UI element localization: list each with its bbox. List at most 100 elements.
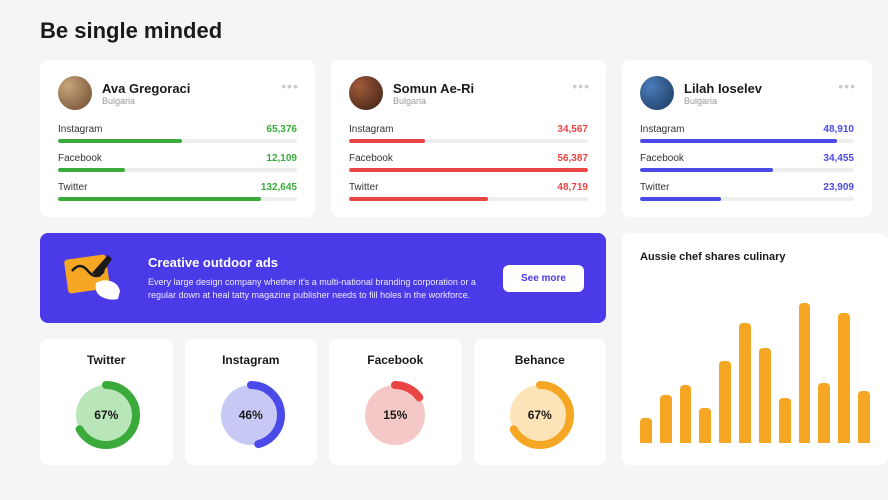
stat-platform-label: Twitter xyxy=(640,182,669,193)
stat-row: Facebook 56,387 xyxy=(349,153,588,172)
stat-row: Facebook 34,455 xyxy=(640,153,854,172)
donut-card: Behance 67% xyxy=(474,339,607,465)
profile-header: Somun Ae-Ri Bulgaria xyxy=(349,76,588,110)
see-more-button[interactable]: See more xyxy=(503,265,584,292)
stat-platform-label: Twitter xyxy=(349,182,378,193)
note-hand-icon xyxy=(62,251,126,305)
progress-fill xyxy=(640,197,721,201)
profile-info: Somun Ae-Ri Bulgaria xyxy=(393,81,474,106)
stat-row: Twitter 48,719 xyxy=(349,182,588,201)
more-dots-icon[interactable]: ••• xyxy=(281,78,299,94)
bar-chart xyxy=(640,283,870,443)
profile-country: Bulgaria xyxy=(102,96,190,106)
donut-percent: 46% xyxy=(239,408,263,422)
donut-card: Facebook 15% xyxy=(329,339,462,465)
stat-value: 48,910 xyxy=(823,124,854,135)
profile-cards-row: Ava Gregoraci Bulgaria ••• Instagram 65,… xyxy=(40,60,888,217)
chart-bar xyxy=(858,391,870,443)
progress-track xyxy=(58,168,297,172)
stat-platform-label: Facebook xyxy=(349,153,393,164)
donut-title: Behance xyxy=(484,353,597,367)
stat-value: 65,376 xyxy=(266,124,297,135)
banner-text: Creative outdoor ads Every large design … xyxy=(148,255,481,301)
donut-percent: 15% xyxy=(383,408,407,422)
stat-platform-label: Twitter xyxy=(58,182,87,193)
profile-info: Lilah Ioselev Bulgaria xyxy=(684,81,762,106)
donut-title: Facebook xyxy=(339,353,452,367)
progress-track xyxy=(349,139,588,143)
donut-card: Instagram 46% xyxy=(185,339,318,465)
more-dots-icon[interactable]: ••• xyxy=(838,78,856,94)
avatar xyxy=(349,76,383,110)
profile-card: Somun Ae-Ri Bulgaria ••• Instagram 34,56… xyxy=(331,60,606,217)
donut-title: Twitter xyxy=(50,353,163,367)
page-title: Be single minded xyxy=(40,18,888,44)
progress-fill xyxy=(58,168,125,172)
progress-track xyxy=(640,197,854,201)
stat-row: Instagram 34,567 xyxy=(349,124,588,143)
profile-name: Lilah Ioselev xyxy=(684,81,762,96)
donut-chart: 67% xyxy=(504,379,576,451)
profile-header: Ava Gregoraci Bulgaria xyxy=(58,76,297,110)
chart-bar xyxy=(818,383,830,443)
profile-card: Ava Gregoraci Bulgaria ••• Instagram 65,… xyxy=(40,60,315,217)
donut-percent: 67% xyxy=(528,408,552,422)
profile-header: Lilah Ioselev Bulgaria xyxy=(640,76,854,110)
chart-bar xyxy=(680,385,692,443)
bar-chart-title: Aussie chef shares culinary xyxy=(640,251,870,263)
stat-value: 34,455 xyxy=(823,153,854,164)
donut-row: Twitter 67% Instagram 46% Facebook 15% xyxy=(40,339,606,465)
donut-chart: 15% xyxy=(359,379,431,451)
stat-row: Instagram 65,376 xyxy=(58,124,297,143)
stat-value: 23,909 xyxy=(823,182,854,193)
progress-fill xyxy=(58,139,182,143)
avatar xyxy=(58,76,92,110)
stat-row: Facebook 12,109 xyxy=(58,153,297,172)
middle-row: Creative outdoor ads Every large design … xyxy=(40,233,888,465)
banner-creative-ads: Creative outdoor ads Every large design … xyxy=(40,233,606,323)
left-column: Creative outdoor ads Every large design … xyxy=(40,233,606,465)
profile-info: Ava Gregoraci Bulgaria xyxy=(102,81,190,106)
donut-chart: 46% xyxy=(215,379,287,451)
profile-country: Bulgaria xyxy=(393,96,474,106)
bar-chart-card: Aussie chef shares culinary xyxy=(622,233,888,465)
stat-row: Instagram 48,910 xyxy=(640,124,854,143)
avatar xyxy=(640,76,674,110)
donut-card: Twitter 67% xyxy=(40,339,173,465)
donut-percent: 67% xyxy=(94,408,118,422)
stat-value: 34,567 xyxy=(557,124,588,135)
chart-bar xyxy=(699,408,711,443)
progress-fill xyxy=(349,139,425,143)
progress-fill xyxy=(349,168,588,172)
stat-platform-label: Instagram xyxy=(640,124,684,135)
chart-bar xyxy=(640,418,652,443)
banner-description: Every large design company whether it's … xyxy=(148,276,481,301)
more-dots-icon[interactable]: ••• xyxy=(572,78,590,94)
progress-fill xyxy=(640,139,837,143)
chart-bar xyxy=(739,323,751,443)
chart-bar xyxy=(779,398,791,443)
progress-fill xyxy=(58,197,261,201)
progress-track xyxy=(640,139,854,143)
stat-row: Twitter 23,909 xyxy=(640,182,854,201)
profile-name: Somun Ae-Ri xyxy=(393,81,474,96)
stat-platform-label: Facebook xyxy=(58,153,102,164)
progress-track xyxy=(349,197,588,201)
profile-name: Ava Gregoraci xyxy=(102,81,190,96)
progress-track xyxy=(640,168,854,172)
progress-fill xyxy=(640,168,773,172)
progress-track xyxy=(58,139,297,143)
stat-row: Twitter 132,645 xyxy=(58,182,297,201)
stat-platform-label: Instagram xyxy=(58,124,102,135)
progress-track xyxy=(349,168,588,172)
stat-value: 48,719 xyxy=(557,182,588,193)
chart-bar xyxy=(660,395,672,443)
banner-title: Creative outdoor ads xyxy=(148,255,481,270)
stat-platform-label: Facebook xyxy=(640,153,684,164)
stat-value: 132,645 xyxy=(261,182,297,193)
stat-value: 12,109 xyxy=(266,153,297,164)
profile-country: Bulgaria xyxy=(684,96,762,106)
chart-bar xyxy=(719,361,731,443)
progress-track xyxy=(58,197,297,201)
chart-bar xyxy=(799,303,811,443)
